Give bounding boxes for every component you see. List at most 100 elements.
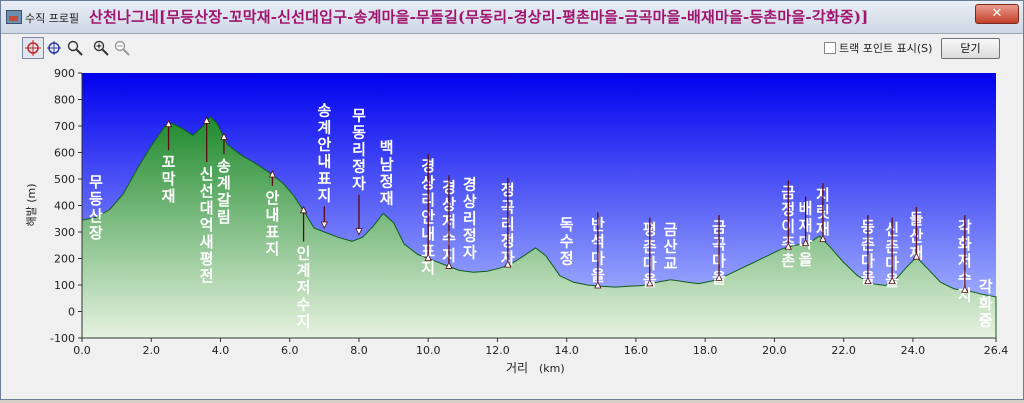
zoom-in-icon [93, 40, 109, 56]
annotation-label: 안내표지 [266, 189, 280, 258]
annotation: 무등산장 [89, 173, 103, 242]
annotation-char: 중 [979, 312, 993, 330]
track-point-toggle[interactable]: 트랙 포인트 표시(S) [824, 40, 932, 56]
profile-window: 수직 프로필 산천나그네[무등산장-꼬막재-신선대입구-송계마을-무돌길(무동리… [0, 0, 1024, 400]
annotation: 평촌마을 [643, 217, 657, 290]
zoom-in-button[interactable] [90, 37, 112, 59]
annotation-char: 무 [89, 173, 103, 191]
annotation-char: 금 [664, 221, 678, 239]
annotation: 정곡리정자 [501, 177, 515, 268]
annotation-label: 신선대억새평전 [200, 165, 214, 285]
annotation-char: 등 [89, 190, 103, 208]
annotation-char: 안 [266, 189, 280, 207]
y-tick-label: 0 [68, 306, 75, 319]
track-point-checkbox[interactable] [824, 42, 836, 54]
title-bar[interactable]: 수직 프로필 산천나그네[무등산장-꼬막재-신선대입구-송계마을-무돌길(무동리… [1, 1, 1023, 34]
annotation: 경상리안내표지 [421, 154, 435, 277]
annotation-char: 림 [217, 208, 231, 226]
annotation-char: 지 [266, 240, 280, 258]
magnifier-icon [67, 40, 83, 56]
annotation: 등촌마을 [861, 215, 875, 287]
select-tool-button[interactable] [22, 37, 44, 59]
x-tick-label: 0.0 [73, 344, 91, 357]
annotation-char: 백 [380, 139, 394, 157]
y-tick-label: 500 [54, 173, 75, 186]
annotation-char: 내 [317, 152, 331, 170]
annotation-char: 지 [421, 259, 435, 277]
elevation-profile-chart[interactable]: -100 0 100 200 300 400 500 600 700 800 900 0.0 2.0 4.… [1, 63, 1023, 399]
annotation: 들산재 [909, 207, 923, 262]
close-button[interactable]: 닫기 [941, 38, 1000, 59]
annotation-char: 교 [664, 255, 678, 273]
annotation-char: 자 [463, 244, 477, 262]
annotation: 경상저수지 [442, 175, 456, 269]
crosshair-icon [47, 41, 61, 55]
annotation-label: 송계갈림 [217, 157, 231, 226]
annotation-char: 막 [162, 170, 176, 188]
annotation-label: 송계안내표지 [317, 101, 331, 204]
annotation-char: 인 [297, 245, 311, 263]
annotation-char: 리 [352, 141, 366, 159]
annotation: 금곡마을 [712, 215, 726, 287]
annotation-char: 화 [979, 295, 993, 313]
pan-tool-button[interactable] [43, 37, 65, 59]
annotation-char: 재 [380, 190, 394, 208]
annotation-char: 계 [217, 174, 231, 192]
app-title: 수직 프로필 [25, 12, 80, 25]
zoom-out-icon [114, 40, 130, 56]
annotation-char: 정 [560, 249, 574, 267]
x-tick-label: 20.0 [762, 344, 787, 357]
annotation: 금정이주촌 [781, 180, 795, 270]
x-tick-label: 8.0 [350, 344, 368, 357]
annotation-label: 독수정 [560, 215, 574, 267]
x-tick-label: 2.0 [142, 344, 160, 357]
annotation: 지릿재 [816, 183, 830, 242]
annotation-char: 무 [352, 107, 366, 125]
annotation: 각화저수지 [958, 215, 972, 304]
annotation-char: 갈 [217, 191, 231, 209]
annotation-char: 자 [352, 175, 366, 193]
y-tick-label: -100 [50, 332, 75, 345]
target-icon [25, 40, 41, 56]
x-tick-label: 16.0 [624, 344, 649, 357]
annotation: 금산교 [664, 221, 678, 273]
annotation-char: 계 [297, 262, 311, 280]
x-tick-label: 4.0 [212, 344, 230, 357]
y-tick-label: 400 [54, 200, 75, 213]
annotation-char: 저 [297, 279, 311, 297]
annotation-label: 경상리정자 [463, 176, 477, 262]
magnify-tool-button[interactable] [64, 37, 86, 59]
annotation-label: 무등산장 [89, 173, 103, 242]
zoom-out-button[interactable] [111, 37, 133, 59]
window-close-button[interactable]: ✕ [975, 4, 1019, 24]
annotation-char: 리 [463, 210, 477, 228]
annotation-char: 을 [799, 250, 813, 268]
annotation-char: 꼬 [162, 153, 176, 171]
annotation-char: 각 [979, 278, 993, 296]
x-tick-label: 14.0 [554, 344, 579, 357]
annotation: 백남정재 [380, 139, 394, 208]
annotation: 신촌마을 [885, 217, 899, 290]
annotation-char: 송 [317, 101, 331, 119]
y-tick-label: 300 [54, 226, 75, 239]
x-tick-label: 12.0 [485, 344, 510, 357]
annotation-char: 경 [463, 176, 477, 194]
annotation: 배재마을 [799, 196, 813, 268]
x-tick-label: 6.0 [281, 344, 299, 357]
annotation-label: 무동리정자 [352, 107, 366, 193]
x-tick-label: 22.0 [831, 344, 856, 357]
annotation-char: 표 [317, 169, 331, 187]
y-tick-label: 200 [54, 253, 75, 266]
annotation: 각화중 [979, 278, 993, 330]
annotation: 반석마을 [591, 212, 605, 289]
annotation-char: 정 [352, 158, 366, 176]
y-tick-label: 900 [54, 67, 75, 80]
annotation-label: 인계저수지 [297, 245, 311, 331]
annotation-char: 남 [380, 156, 394, 174]
annotation-char: 안 [317, 135, 331, 153]
annotation-label: 꼬막재 [162, 153, 176, 205]
x-axis-label: 거리 [506, 361, 528, 375]
x-tick-label: 18.0 [693, 344, 718, 357]
annotation-char: 수 [560, 232, 574, 250]
annotation-char: 대 [200, 199, 214, 217]
